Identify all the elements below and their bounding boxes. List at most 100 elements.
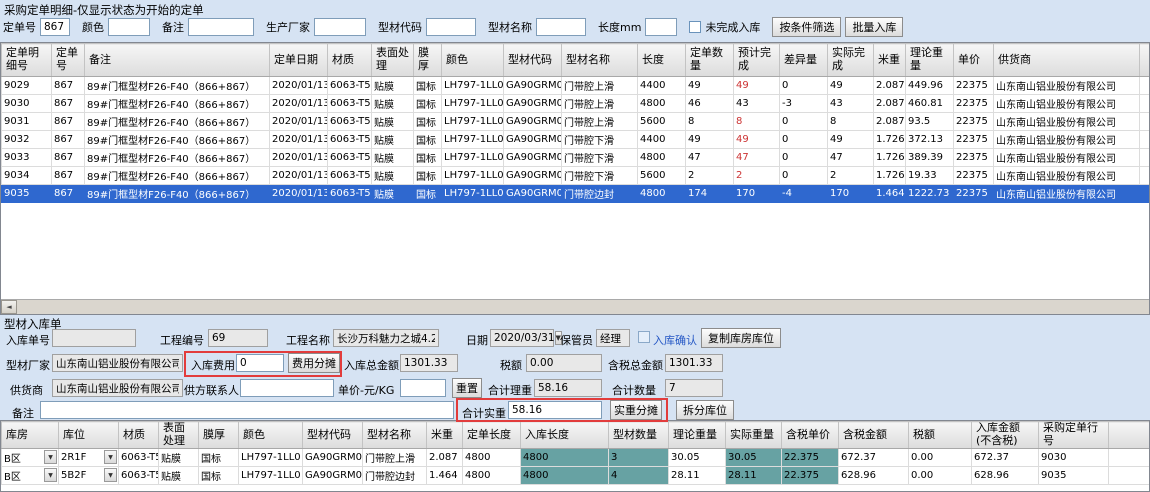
cell[interactable]: 49	[686, 77, 734, 95]
cell[interactable]: 1.726	[874, 149, 906, 167]
color-input[interactable]	[108, 18, 150, 36]
cell[interactable]: 9035	[1039, 467, 1109, 485]
cell[interactable]: 89#门框型材F26-F40（866+867）	[85, 95, 270, 113]
inbound-confirm-checkbox[interactable]	[638, 331, 650, 343]
cell[interactable]: 2.087	[427, 449, 463, 467]
cell[interactable]: 2020/01/13	[270, 149, 328, 167]
cell[interactable]: 3	[609, 449, 669, 467]
cell[interactable]: 1.464	[427, 467, 463, 485]
cell[interactable]: 389.39	[906, 149, 954, 167]
cell[interactable]: 4800	[638, 185, 686, 203]
cell[interactable]: 0	[780, 167, 828, 185]
column-header[interactable]: 理论重量	[906, 44, 954, 77]
column-header[interactable]: 入库长度	[521, 422, 609, 449]
cell[interactable]: 30.05	[726, 449, 782, 467]
cell[interactable]: 9032	[2, 131, 52, 149]
column-header[interactable]: 定单数量	[686, 44, 734, 77]
cell[interactable]: 49	[828, 131, 874, 149]
cell[interactable]: 0.00	[909, 449, 972, 467]
cell[interactable]: 6063-T5	[328, 185, 372, 203]
cell[interactable]: 46	[686, 95, 734, 113]
combo-dropdown-icon[interactable]: ▼	[104, 468, 117, 482]
cell[interactable]: 贴膜	[159, 449, 199, 467]
cell[interactable]	[1109, 467, 1150, 485]
cell[interactable]	[1140, 185, 1150, 203]
cell[interactable]: 6063-T5	[328, 113, 372, 131]
cell[interactable]: 867	[52, 77, 85, 95]
cell[interactable]: 山东南山铝业股份有限公司	[994, 95, 1140, 113]
remark-input[interactable]	[188, 18, 254, 36]
cell[interactable]: 47	[686, 149, 734, 167]
cell[interactable]: 4400	[638, 77, 686, 95]
tax-input[interactable]	[526, 354, 602, 372]
column-header[interactable]: 型材数量	[609, 422, 669, 449]
cell[interactable]	[1140, 131, 1150, 149]
table-row[interactable]: B区▼5B2F▼6063-T5贴膜国标LH797-1LL0GA90GRM05门带…	[2, 467, 1150, 485]
cell[interactable]: LH797-1LL0	[239, 467, 303, 485]
cell[interactable]: 22375	[954, 131, 994, 149]
project-no-input[interactable]	[208, 329, 268, 347]
combo-dropdown-icon[interactable]: ▼	[104, 450, 117, 464]
column-header[interactable]: 定单长度	[463, 422, 521, 449]
cell[interactable]: 2	[686, 167, 734, 185]
reset-button[interactable]: 重置	[452, 378, 482, 398]
table-row[interactable]: 903086789#门框型材F26-F40（866+867）2020/01/13…	[2, 95, 1150, 113]
cell[interactable]: 0	[780, 113, 828, 131]
cell[interactable]: 867	[52, 131, 85, 149]
cell[interactable]: 6063-T5	[328, 131, 372, 149]
column-header[interactable]: 颜色	[239, 422, 303, 449]
cell[interactable]: 2	[734, 167, 780, 185]
cell[interactable]: 2020/01/13	[270, 131, 328, 149]
cell[interactable]: 国标	[199, 467, 239, 485]
cell[interactable]: 9034	[2, 167, 52, 185]
cell[interactable]: 山东南山铝业股份有限公司	[994, 149, 1140, 167]
column-header[interactable]: 型材名称	[363, 422, 427, 449]
cell[interactable]: 1.726	[874, 167, 906, 185]
cell[interactable]: 2020/01/13	[270, 95, 328, 113]
cell[interactable]: -4	[780, 185, 828, 203]
cell[interactable]: 0	[780, 131, 828, 149]
cell[interactable]: 6063-T5	[119, 467, 159, 485]
cell[interactable]: GA90GRM03	[504, 77, 562, 95]
fee-split-button[interactable]: 费用分摊	[288, 353, 340, 373]
cell[interactable]: 贴膜	[372, 77, 414, 95]
cell[interactable]: 国标	[414, 77, 442, 95]
combo-dropdown-icon[interactable]: ▼	[44, 468, 57, 482]
cell[interactable]: 89#门框型材F26-F40（866+867）	[85, 77, 270, 95]
cell[interactable]: 22375	[954, 113, 994, 131]
column-header[interactable]: 膜厚	[199, 422, 239, 449]
weight-split-button[interactable]: 实重分摊	[610, 400, 662, 420]
column-header[interactable]: 米重	[874, 44, 906, 77]
cell[interactable]: 89#门框型材F26-F40（866+867）	[85, 167, 270, 185]
combo-dropdown-icon[interactable]: ▼	[44, 450, 57, 464]
cell[interactable]	[1140, 95, 1150, 113]
cell[interactable]: 国标	[414, 95, 442, 113]
unit-price-input[interactable]	[400, 379, 446, 397]
cell[interactable]: 0	[780, 149, 828, 167]
batch-inbound-button[interactable]: 批量入库	[845, 17, 903, 37]
cell[interactable]: 贴膜	[372, 113, 414, 131]
cell[interactable]: GA90GRM04	[504, 131, 562, 149]
cell[interactable]: 49	[734, 77, 780, 95]
cell[interactable]	[1140, 149, 1150, 167]
cell[interactable]: 49	[686, 131, 734, 149]
cell[interactable]: 门带腔上滑	[363, 449, 427, 467]
cell[interactable]: 449.96	[906, 77, 954, 95]
cell[interactable]: 门带腔下滑	[562, 149, 638, 167]
cell[interactable]: 8	[734, 113, 780, 131]
cell[interactable]	[1140, 113, 1150, 131]
cell[interactable]: GA90GRM05	[303, 467, 363, 485]
cell[interactable]: 2020/01/13	[270, 185, 328, 203]
cell[interactable]: 6063-T5	[328, 167, 372, 185]
cell[interactable]: 49	[734, 131, 780, 149]
cell[interactable]: 460.81	[906, 95, 954, 113]
cell[interactable]: LH797-1LL0	[442, 149, 504, 167]
cell[interactable]: 2.087	[874, 95, 906, 113]
column-header[interactable]: 采购定单行号	[1039, 422, 1109, 449]
column-header[interactable]: 入库金额(不含税)	[972, 422, 1039, 449]
table-row[interactable]: 903386789#门框型材F26-F40（866+867）2020/01/13…	[2, 149, 1150, 167]
cell[interactable]: 门带腔上滑	[562, 113, 638, 131]
cell[interactable]: B区▼	[2, 449, 59, 467]
cell[interactable]: 372.13	[906, 131, 954, 149]
cell[interactable]: 门带腔边封	[562, 185, 638, 203]
